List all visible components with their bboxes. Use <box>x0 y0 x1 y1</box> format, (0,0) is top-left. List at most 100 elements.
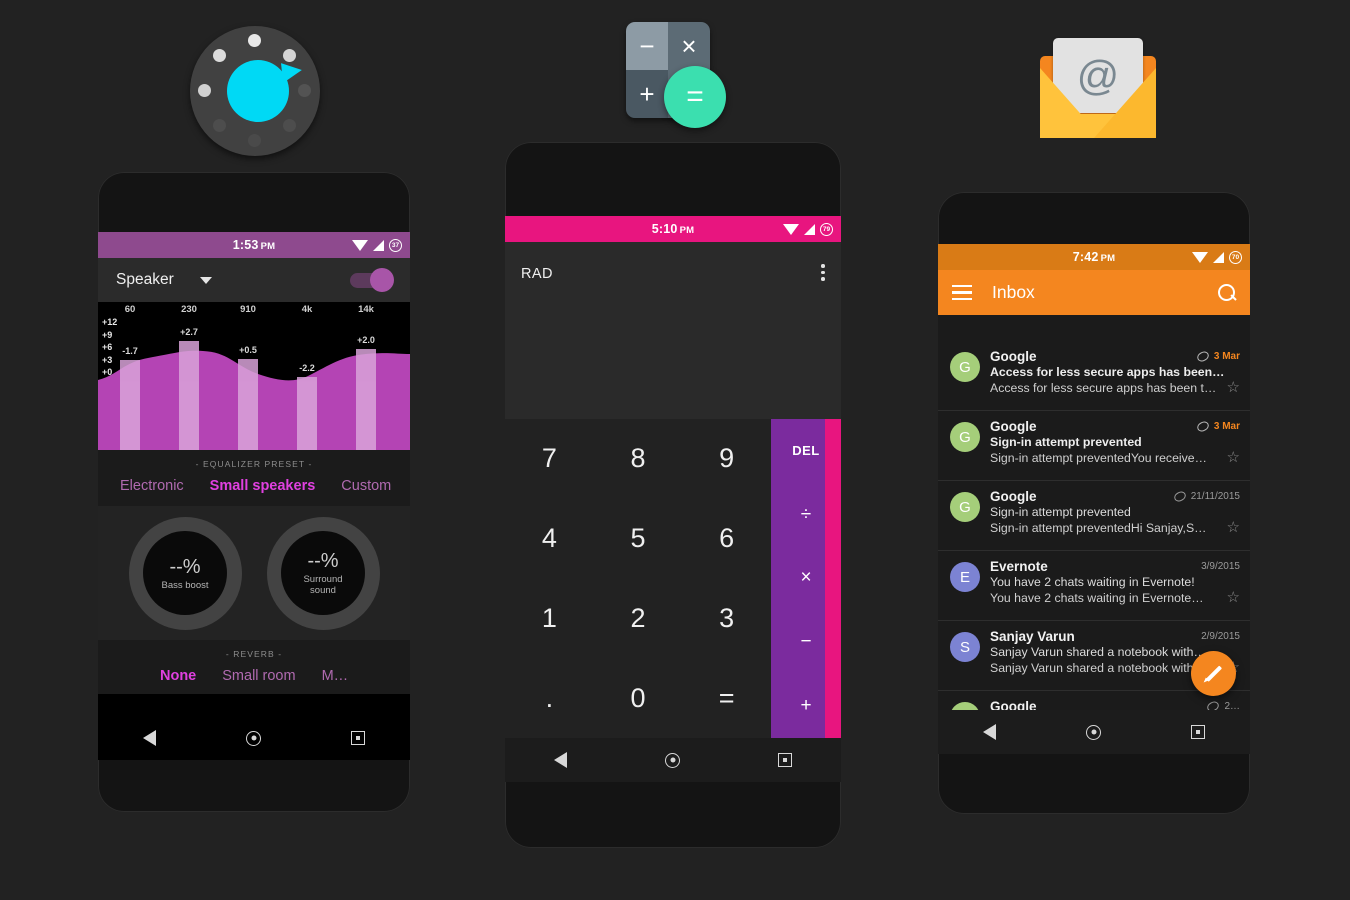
equalizer-icon-dot <box>283 49 296 62</box>
recents-icon[interactable] <box>778 753 792 767</box>
list-item-header: Google 21/11/2015 <box>990 489 1240 504</box>
chevron-down-icon <box>199 276 212 284</box>
back-icon[interactable] <box>983 724 996 740</box>
key-1[interactable]: 1 <box>505 579 594 659</box>
recents-icon[interactable] <box>351 731 365 745</box>
subject-line: Sign-in attempt prevented <box>990 435 1142 449</box>
sender-name: Evernote <box>990 559 1048 574</box>
list-item[interactable]: E Evernote 3/9/2015 You have 2 chats wai… <box>938 551 1250 621</box>
key-9[interactable]: 9 <box>682 419 771 499</box>
list-item[interactable]: G Google 21/11/2015 Sign-in attempt prev… <box>938 481 1250 551</box>
equalizer-icon-dot <box>213 49 226 62</box>
list-item[interactable]: G Google 3 Mar Sign-in attempt prevented… <box>938 411 1250 481</box>
home-icon[interactable] <box>1086 724 1101 740</box>
avatar: G <box>950 422 980 452</box>
bass-boost-knob-inner: --% Bass boost <box>143 531 227 615</box>
wifi-icon <box>783 223 799 235</box>
reverb-none[interactable]: None <box>160 668 196 684</box>
band-910[interactable]: +0.5 <box>238 345 258 450</box>
compose-fab[interactable] <box>1191 651 1236 696</box>
star-icon[interactable]: ☆ <box>1227 450 1240 465</box>
operator-edge-accent <box>825 419 841 738</box>
key-3[interactable]: 3 <box>682 579 771 659</box>
home-icon[interactable] <box>665 752 680 768</box>
minus-icon: − <box>626 22 668 70</box>
equalizer-icon-dot <box>248 34 261 47</box>
status-time: 1:53 PM <box>232 238 276 252</box>
key-4[interactable]: 4 <box>505 499 594 579</box>
preset-small-speakers[interactable]: Small speakers <box>210 478 316 494</box>
date-label: 21/11/2015 <box>1190 491 1240 502</box>
freq-tick: 14k <box>358 304 374 315</box>
output-device-label: Speaker <box>116 271 174 288</box>
search-icon[interactable] <box>1218 283 1236 302</box>
frequency-axis: 60 230 910 4k 14k <box>98 304 410 318</box>
preset-custom[interactable]: Custom <box>341 478 391 494</box>
system-navbar <box>938 710 1250 754</box>
bass-boost-knob[interactable]: --% Bass boost <box>128 516 242 630</box>
key-7[interactable]: 7 <box>505 419 594 499</box>
band-14k[interactable]: +2.0 <box>356 335 376 450</box>
calculator-display[interactable]: RAD <box>505 242 841 445</box>
sender-name: Google <box>990 419 1037 434</box>
star-icon[interactable]: ☆ <box>1227 380 1240 395</box>
equalizer-power-toggle[interactable] <box>350 267 394 292</box>
angle-mode-label[interactable]: RAD <box>521 266 553 282</box>
key-equals[interactable]: = <box>682 658 771 738</box>
preview-text: You have 2 chats waiting in Evernote… <box>990 590 1204 605</box>
status-bar: 1:53 PM 37 <box>98 232 410 258</box>
list-item[interactable]: G Google 3 Mar Access for less secure ap… <box>938 341 1250 411</box>
date-label: 2/9/2015 <box>1201 631 1240 642</box>
list-item-meta: 3 Mar <box>1195 349 1240 364</box>
key-0[interactable]: 0 <box>594 658 683 738</box>
reverb-chip-row[interactable]: None Small room M… <box>98 668 410 684</box>
freq-tick: 60 <box>124 304 136 315</box>
surround-sound-knob-inner: --% Surround sound <box>281 531 365 615</box>
equalizer-icon-dot <box>198 84 211 97</box>
attachment-icon <box>1195 349 1211 364</box>
overflow-menu-icon[interactable] <box>821 264 825 281</box>
band-60[interactable]: -1.7 <box>120 346 140 450</box>
pencil-icon <box>1205 665 1222 682</box>
preset-electronic[interactable]: Electronic <box>120 478 184 494</box>
status-bar: 7:42 PM 70 <box>938 244 1250 270</box>
key-8[interactable]: 8 <box>594 419 683 499</box>
system-navbar <box>505 738 841 782</box>
key-decimal[interactable]: . <box>505 658 594 738</box>
date-label: 3/9/2015 <box>1201 561 1240 572</box>
list-item-header: Evernote 3/9/2015 <box>990 559 1240 574</box>
list-item-meta: 3/9/2015 <box>1201 561 1240 572</box>
key-6[interactable]: 6 <box>682 499 771 579</box>
reverb-medium-room[interactable]: M… <box>322 668 349 684</box>
equalizer-chart[interactable]: 60 230 910 4k 14k +12 +9 +6 +3 +0 -3 -6 … <box>98 302 410 450</box>
list-item-body: Google 3 Mar Sign-in attempt prevented S… <box>990 419 1240 472</box>
avatar: E <box>950 562 980 592</box>
key-2[interactable]: 2 <box>594 579 683 659</box>
star-icon[interactable]: ☆ <box>1227 520 1240 535</box>
star-icon[interactable]: ☆ <box>1227 590 1240 605</box>
surround-sound-label: Surround sound <box>303 574 343 596</box>
calculator-app-icon[interactable]: − × + = <box>620 18 728 136</box>
preset-chip-row[interactable]: Electronic Small speakers Custom <box>98 478 410 494</box>
menu-icon[interactable] <box>952 284 972 301</box>
back-icon[interactable] <box>554 752 567 768</box>
band-230[interactable]: +2.7 <box>179 327 199 450</box>
preview-text: Sign-in attempt preventedYou receive… <box>990 450 1207 465</box>
number-grid: 7 8 9 4 5 6 1 2 3 . 0 = <box>505 419 771 738</box>
back-icon[interactable] <box>143 730 156 746</box>
band-4k[interactable]: -2.2 <box>297 363 317 450</box>
output-device-dropdown[interactable]: Speaker <box>116 271 212 289</box>
attachment-icon <box>1206 699 1221 710</box>
reverb-small-room[interactable]: Small room <box>222 668 295 684</box>
status-icons: 79 <box>783 216 833 242</box>
key-5[interactable]: 5 <box>594 499 683 579</box>
operator-column: DEL ÷ × − + <box>771 419 841 738</box>
email-app-icon[interactable]: @ <box>1040 30 1156 138</box>
email-appbar: Inbox <box>938 270 1250 315</box>
equalizer-app-icon[interactable] <box>186 22 324 160</box>
envelope-flap-right <box>1094 68 1156 138</box>
home-icon[interactable] <box>246 730 261 746</box>
avatar: G <box>950 702 980 710</box>
surround-sound-knob[interactable]: --% Surround sound <box>266 516 380 630</box>
recents-icon[interactable] <box>1191 725 1205 739</box>
